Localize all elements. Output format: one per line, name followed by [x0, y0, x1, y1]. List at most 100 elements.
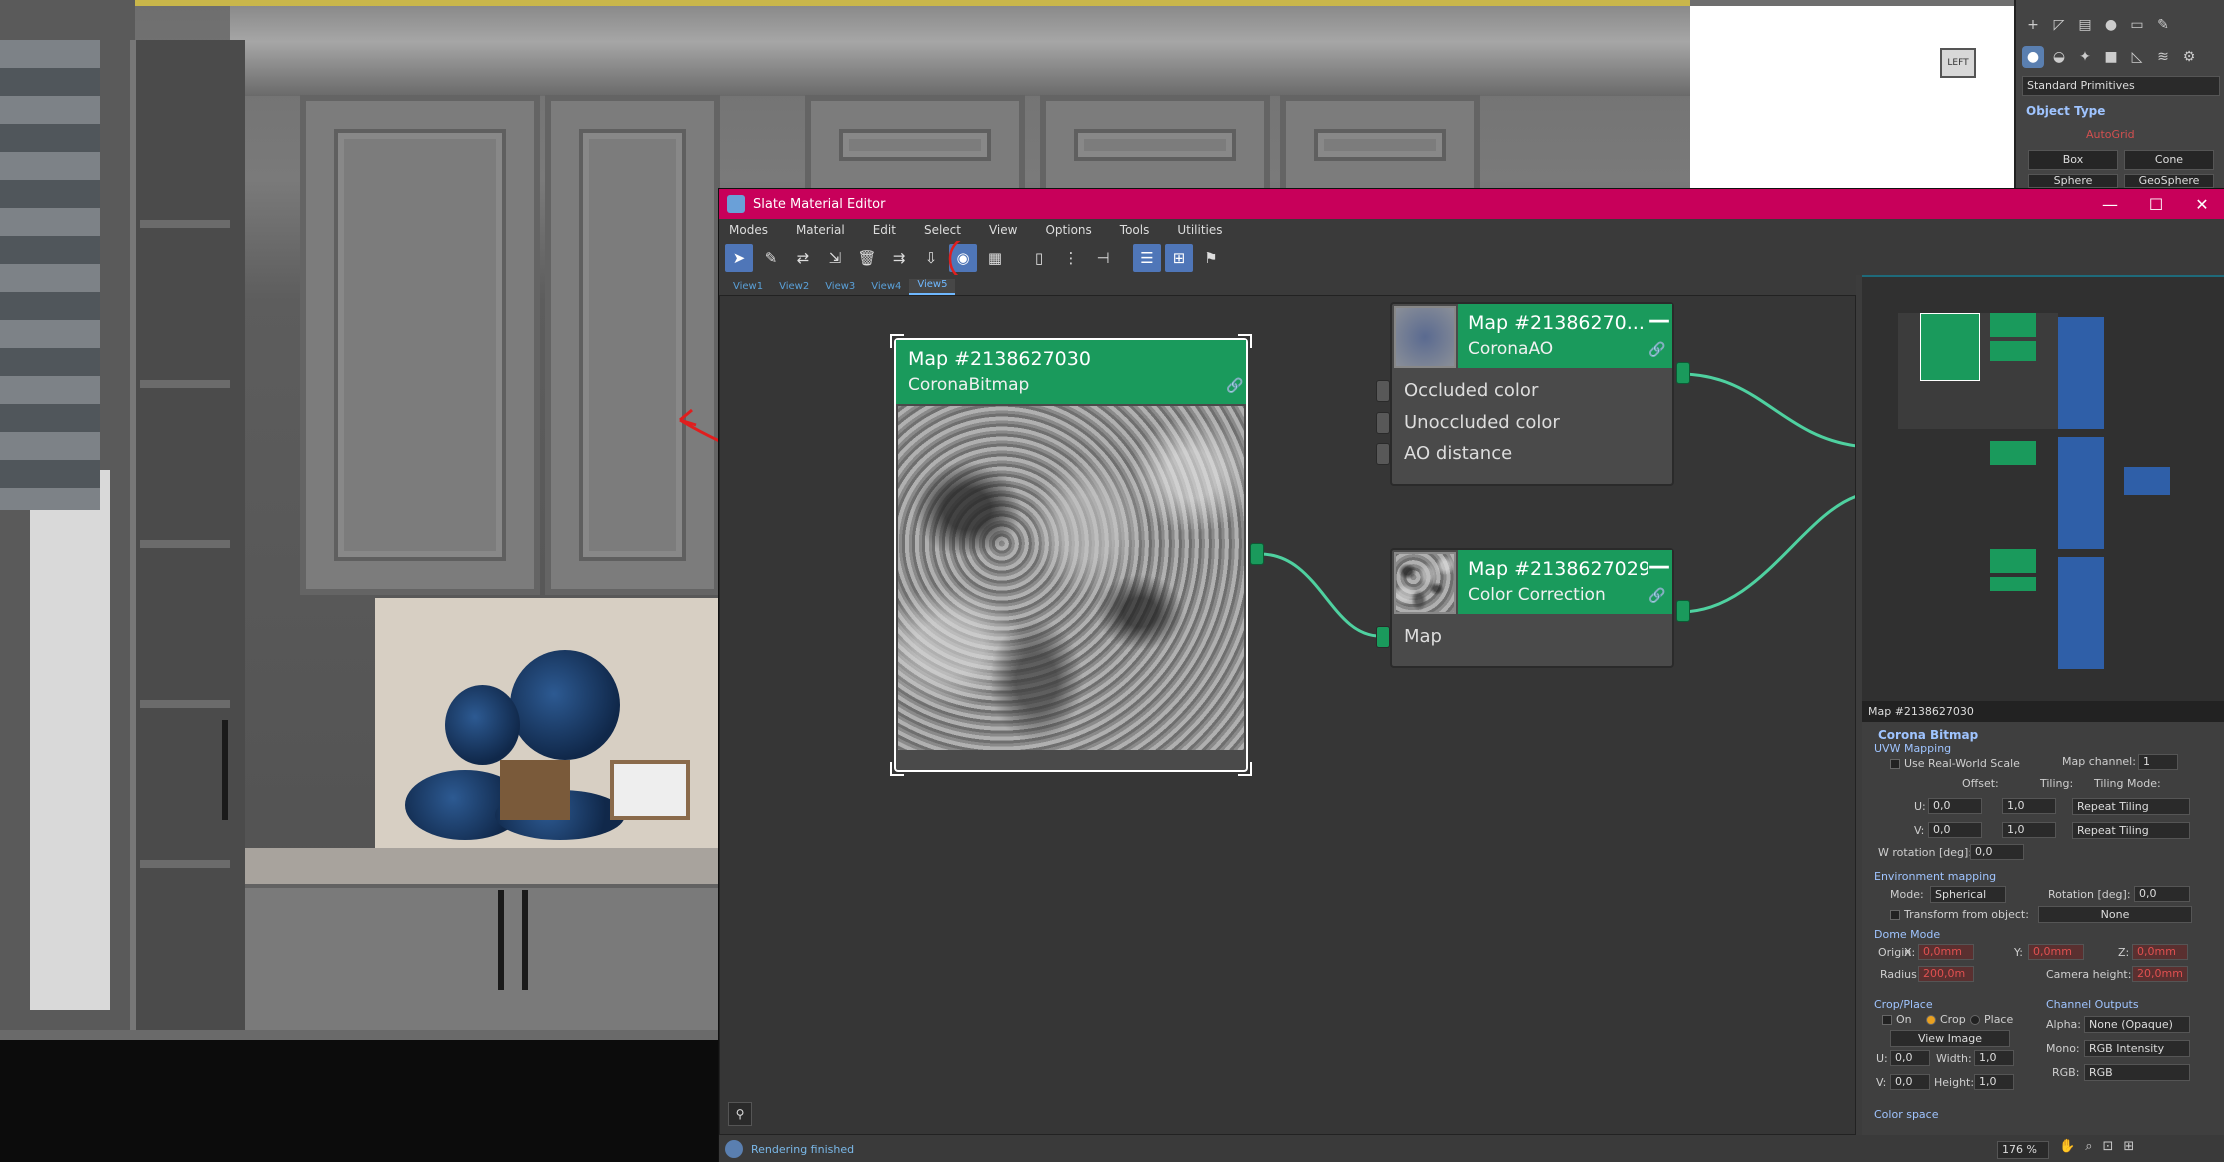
tab-view4[interactable]: View4	[863, 281, 909, 295]
u-tiling-mode-dropdown[interactable]: Repeat Tiling	[2072, 798, 2190, 815]
menu-select[interactable]: Select	[924, 223, 961, 237]
selection-corner	[1238, 334, 1252, 348]
menu-view[interactable]: View	[989, 223, 1017, 237]
crop-u-spinner[interactable]: 0,0	[1890, 1050, 1930, 1066]
tab-view2[interactable]: View2	[771, 281, 817, 295]
ao-output-socket[interactable]	[1676, 362, 1690, 384]
alpha-dropdown[interactable]: None (Opaque)	[2084, 1016, 2190, 1033]
mode-dropdown[interactable]: Spherical	[1930, 886, 2006, 903]
width-spinner[interactable]: 1,0	[1974, 1050, 2014, 1066]
crop-on-checkbox[interactable]	[1882, 1015, 1892, 1025]
radius-spinner[interactable]: 200,0m	[1918, 966, 1974, 982]
origin-y-spinner[interactable]: 0,0mm	[2028, 944, 2084, 960]
tiling-mode-label: Tiling Mode:	[2094, 777, 2161, 790]
w-rotation-spinner[interactable]: 0,0	[1970, 844, 2024, 860]
pan-icon[interactable]: ✋	[2059, 1139, 2075, 1154]
tab-view3[interactable]: View3	[817, 281, 863, 295]
menu-options[interactable]: Options	[1045, 223, 1091, 237]
socket-occluded-color: Occluded color	[1404, 380, 1539, 401]
tab-view1[interactable]: View1	[725, 281, 771, 295]
link-icon[interactable]: 🔗	[1648, 342, 1665, 358]
node-corona-bitmap[interactable]: Map #2138627030 CoronaBitmap 🔗	[894, 338, 1248, 772]
v-offset-spinner[interactable]: 0,0	[1928, 822, 1982, 838]
tab-view5[interactable]: View5	[909, 279, 956, 295]
layout-icon[interactable]: ▯	[1025, 244, 1053, 272]
v-tiling-spinner[interactable]: 1,0	[2002, 822, 2056, 838]
u-offset-spinner[interactable]: 0,0	[1928, 798, 1982, 814]
render-status-icon	[725, 1140, 743, 1158]
map-channel-spinner[interactable]: 1	[2138, 754, 2178, 770]
title-bar[interactable]: Slate Material Editor — ☐ ✕	[719, 189, 2224, 219]
background-icon[interactable]: ▦	[981, 244, 1009, 272]
link-icon[interactable]: 🔗	[1648, 588, 1665, 604]
corona-bitmap-rollout[interactable]: Corona Bitmap	[1878, 728, 1978, 742]
menu-tools[interactable]: Tools	[1120, 223, 1150, 237]
transform-object-button[interactable]: None	[2038, 906, 2192, 923]
crop-radio[interactable]	[1926, 1015, 1936, 1025]
camera-height-spinner[interactable]: 20,0mm	[2132, 966, 2188, 982]
mono-dropdown[interactable]: RGB Intensity	[2084, 1040, 2190, 1057]
u-tiling-spinner[interactable]: 1,0	[2002, 798, 2056, 814]
binoculars-icon[interactable]: ⚲	[728, 1102, 752, 1126]
maximize-button[interactable]: ☐	[2133, 189, 2179, 219]
origin-y-label: Y:	[2014, 946, 2023, 959]
app-icon	[727, 195, 745, 213]
transform-checkbox[interactable]	[1890, 910, 1900, 920]
origin-x-label: X:	[1904, 946, 1916, 959]
render-map-icon[interactable]: ⚑	[1197, 244, 1225, 272]
real-world-label: Use Real-World Scale	[1904, 757, 2020, 770]
parameter-editor-icon[interactable]: ☰	[1133, 244, 1161, 272]
crop-v-label: V:	[1876, 1076, 1887, 1089]
close-button[interactable]: ✕	[2179, 189, 2224, 219]
minimize-node-icon[interactable]: —	[1648, 554, 1670, 579]
zoom-icon[interactable]: ⌕	[2085, 1139, 2092, 1154]
node-color-correction[interactable]: Map #2138627029 Color Correction — 🔗 Map	[1390, 548, 1674, 668]
origin-x-spinner[interactable]: 0,0mm	[1918, 944, 1974, 960]
rotation-spinner[interactable]: 0,0	[2134, 886, 2190, 902]
minimize-button[interactable]: —	[2087, 189, 2133, 219]
rgb-dropdown[interactable]: RGB	[2084, 1064, 2190, 1081]
cc-output-socket[interactable]	[1676, 600, 1690, 622]
zoom-level-field[interactable]: 176 %	[1997, 1141, 2049, 1159]
minimize-node-icon[interactable]: —	[1648, 308, 1670, 333]
view-image-button[interactable]: View Image	[1890, 1030, 2010, 1047]
map-input-socket[interactable]	[1376, 626, 1390, 648]
node-canvas[interactable]: Map #2138627030 CoronaBitmap 🔗 Map #2138…	[719, 295, 1856, 1135]
crop-v-spinner[interactable]: 0,0	[1890, 1074, 1930, 1090]
height-spinner[interactable]: 1,0	[1974, 1074, 2014, 1090]
real-world-checkbox[interactable]	[1890, 759, 1900, 769]
origin-z-spinner[interactable]: 0,0mm	[2132, 944, 2188, 960]
socket-unoccluded-color: Unoccluded color	[1404, 412, 1560, 433]
navigator-node	[1920, 313, 1980, 381]
input-socket[interactable]	[1376, 380, 1390, 402]
input-socket[interactable]	[1376, 412, 1390, 434]
zoom-extents-icon[interactable]: ⊞	[2123, 1139, 2134, 1154]
status-text: Rendering finished	[751, 1142, 855, 1156]
alpha-label: Alpha:	[2046, 1018, 2081, 1031]
crop-u-label: U:	[1876, 1052, 1888, 1065]
navigator-node	[1990, 549, 2036, 573]
params-map-name[interactable]: Map #2138627030	[1862, 702, 2224, 722]
zoom-region-icon[interactable]: ⊡	[2102, 1139, 2113, 1154]
menu-edit[interactable]: Edit	[873, 223, 896, 237]
material-map-navigator-icon[interactable]: ⊣	[1089, 244, 1117, 272]
selection-corner	[1238, 762, 1252, 776]
menu-utilities[interactable]: Utilities	[1177, 223, 1222, 237]
link-icon[interactable]: 🔗	[1226, 378, 1243, 394]
socket-ao-distance: AO distance	[1404, 443, 1513, 464]
transform-label: Transform from object:	[1904, 908, 2029, 921]
input-socket[interactable]	[1376, 443, 1390, 465]
node-type: CoronaBitmap	[908, 375, 1030, 395]
node-corona-ao[interactable]: Map #21386270... CoronaAO — 🔗 Occluded c…	[1390, 302, 1674, 486]
navigator-node	[1990, 313, 2036, 337]
v-tiling-mode-dropdown[interactable]: Repeat Tiling	[2072, 822, 2190, 839]
navigator-panel[interactable]	[1862, 275, 2224, 701]
menu-modes[interactable]: Modes	[729, 223, 768, 237]
select-by-material-icon[interactable]: ⊞	[1165, 244, 1193, 272]
place-radio[interactable]	[1970, 1015, 1980, 1025]
tiling-label: Tiling:	[2040, 777, 2074, 790]
navigator-node	[2124, 467, 2170, 495]
bitmap-output-socket[interactable]	[1250, 543, 1264, 565]
menu-material[interactable]: Material	[796, 223, 845, 237]
layout-children-icon[interactable]: ⋮	[1057, 244, 1085, 272]
